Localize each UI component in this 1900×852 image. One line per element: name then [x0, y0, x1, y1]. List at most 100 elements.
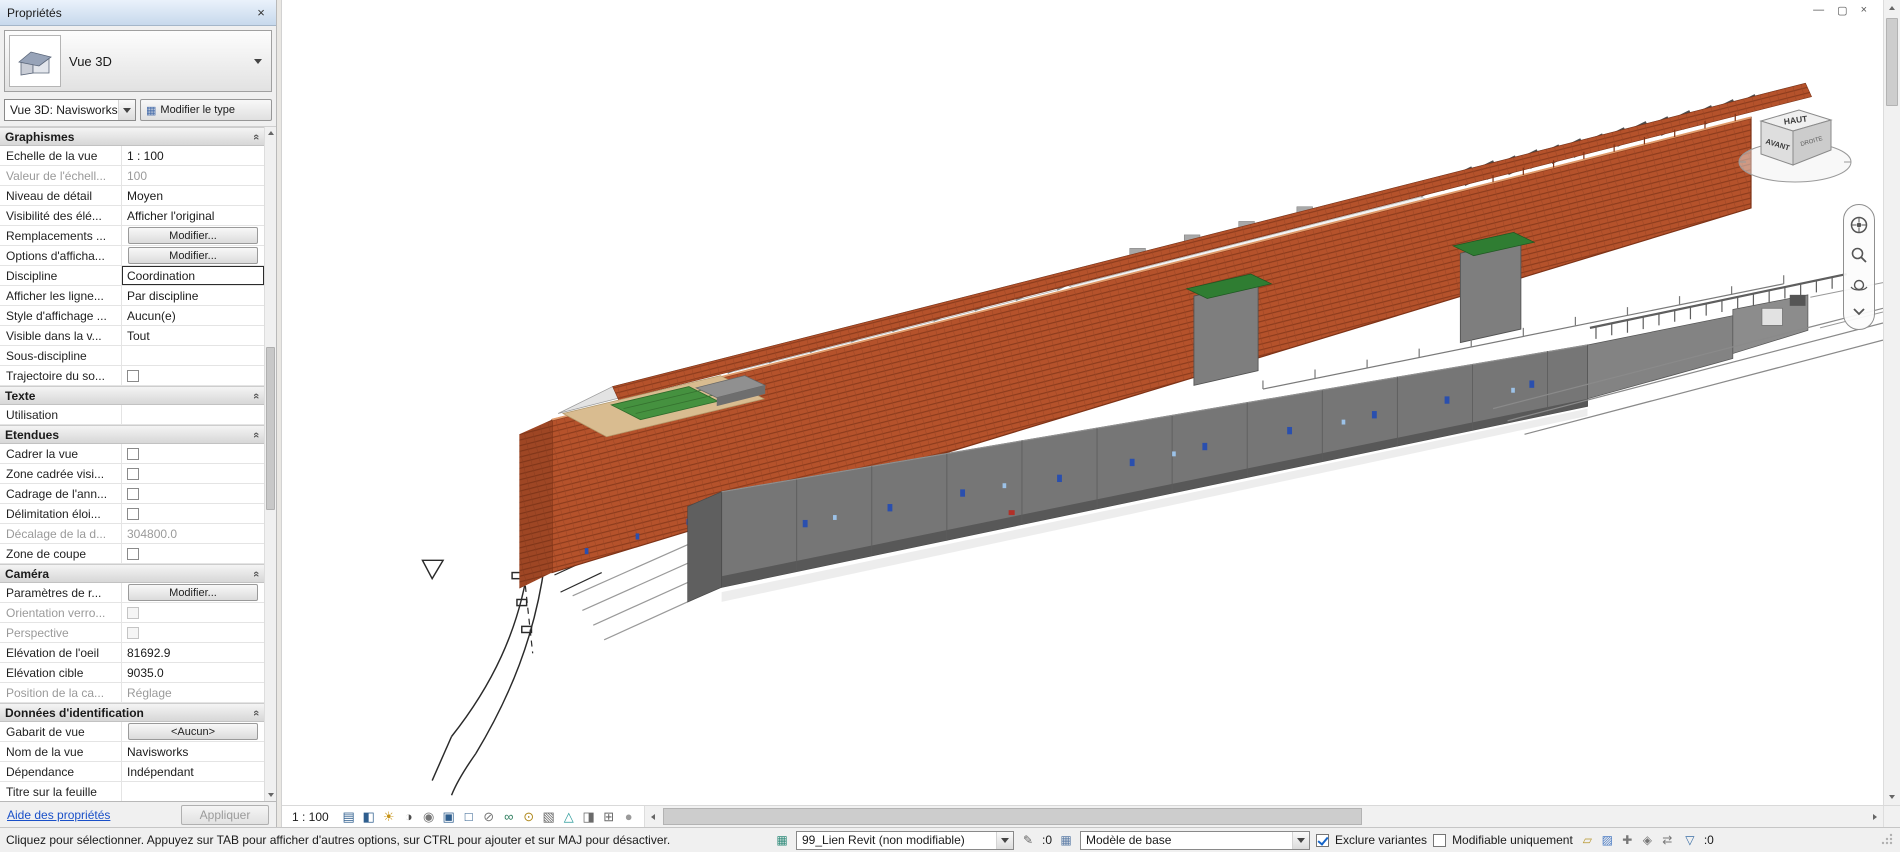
viewcube[interactable]: HAUT AVANT DROITE — [1737, 98, 1859, 186]
restore-icon[interactable]: ▢ — [1837, 4, 1847, 17]
vertical-scrollbar[interactable] — [1883, 0, 1900, 805]
property-value[interactable]: Par discipline — [122, 286, 264, 305]
steering-wheel-icon[interactable] — [1849, 215, 1869, 235]
select-links-toggle[interactable]: ▱ — [1579, 833, 1596, 847]
visual-style-icon[interactable]: ◧ — [359, 806, 379, 827]
property-value[interactable] — [122, 366, 264, 385]
section-header-texte[interactable]: Texte « — [0, 386, 264, 405]
property-value[interactable]: Coordination — [122, 266, 264, 285]
close-icon[interactable]: × — [253, 5, 269, 20]
property-checkbox[interactable] — [127, 467, 139, 480]
type-selector[interactable]: Vue 3D — [4, 30, 272, 92]
collapse-icon[interactable]: « — [250, 133, 262, 139]
chevron-down-icon[interactable] — [118, 100, 135, 120]
editing-requests-icon[interactable]: ✎ — [1020, 833, 1036, 847]
drag-on-selection-toggle[interactable]: ⇄ — [1659, 833, 1676, 847]
property-value[interactable] — [122, 346, 264, 365]
show-crop-region-icon[interactable]: □ — [459, 806, 479, 827]
worksharing-display-icon[interactable]: ● — [619, 806, 639, 827]
section-header-donnees-d-identification[interactable]: Données d'identification « — [0, 703, 264, 722]
scroll-down-icon[interactable] — [265, 789, 276, 801]
reveal-hidden-icon[interactable]: ⊙ — [519, 806, 539, 827]
property-value[interactable]: Navisworks — [122, 742, 264, 761]
analytical-model-icon[interactable]: △ — [559, 806, 579, 827]
section-header-graphismes[interactable]: Graphismes « — [0, 127, 264, 146]
collapse-icon[interactable]: « — [250, 709, 262, 715]
property-value[interactable] — [122, 464, 264, 483]
apply-button[interactable]: Appliquer — [181, 804, 269, 825]
section-header-camera[interactable]: Caméra « — [0, 564, 264, 583]
navigation-bar[interactable] — [1843, 204, 1875, 330]
chevron-down-icon[interactable] — [1849, 305, 1869, 319]
collapse-icon[interactable]: « — [250, 392, 262, 398]
select-by-face-toggle[interactable]: ◈ — [1639, 833, 1656, 847]
scroll-thumb[interactable] — [1886, 18, 1898, 106]
scroll-up-icon[interactable] — [265, 127, 276, 139]
property-value[interactable]: 1 : 100 — [122, 146, 264, 165]
highlight-displacement-icon[interactable]: ◨ — [579, 806, 599, 827]
property-value[interactable]: <Aucun> — [122, 722, 264, 741]
hide-isolate-icon[interactable]: ∞ — [499, 806, 519, 827]
property-checkbox[interactable] — [127, 487, 139, 500]
scale-control[interactable]: 1 : 100 — [287, 810, 338, 824]
property-value[interactable]: 304800.0 — [122, 524, 264, 543]
collapse-icon[interactable]: « — [250, 570, 262, 576]
scroll-right-icon[interactable] — [1867, 806, 1883, 827]
view-type-select[interactable]: Vue 3D: Navisworks — [4, 99, 136, 121]
lock-3d-view-icon[interactable]: ⊘ — [479, 806, 499, 827]
property-value[interactable] — [122, 544, 264, 563]
property-value[interactable]: 9035.0 — [122, 663, 264, 682]
section-header-etendues[interactable]: Etendues « — [0, 425, 264, 444]
detail-level-icon[interactable]: ▤ — [339, 806, 359, 827]
chevron-down-icon[interactable] — [1292, 831, 1310, 849]
editable-only-checkbox[interactable] — [1433, 833, 1447, 847]
property-value[interactable]: Tout — [122, 326, 264, 345]
property-value[interactable]: Indépendant — [122, 762, 264, 781]
property-checkbox[interactable] — [127, 369, 139, 382]
active-workset-select[interactable]: 99_Lien Revit (non modifiable) — [796, 830, 1014, 850]
horizontal-scrollbar[interactable] — [643, 806, 1883, 827]
property-value[interactable] — [122, 782, 264, 801]
scroll-track[interactable] — [265, 139, 276, 789]
property-value[interactable]: Modifier... — [122, 583, 264, 602]
crop-view-icon[interactable]: ▣ — [439, 806, 459, 827]
property-modify-button[interactable]: <Aucun> — [128, 723, 258, 740]
property-value[interactable] — [122, 504, 264, 523]
property-modify-button[interactable]: Modifier... — [128, 584, 258, 601]
property-value[interactable]: Aucun(e) — [122, 306, 264, 325]
property-value[interactable] — [122, 444, 264, 463]
rendering-dialog-icon[interactable]: ◉ — [419, 806, 439, 827]
scroll-thumb[interactable] — [662, 808, 1363, 825]
property-value[interactable]: 81692.9 — [122, 643, 264, 662]
property-value[interactable]: Afficher l'original — [122, 206, 264, 225]
design-option-select[interactable]: Modèle de base — [1080, 830, 1311, 850]
drawing-area[interactable]: — ▢ × HAUT AVANT DROITE — [282, 0, 1883, 805]
shadows-icon[interactable]: ◑ — [399, 806, 419, 827]
property-checkbox[interactable] — [127, 606, 139, 619]
sun-path-icon[interactable]: ☀ — [379, 806, 399, 827]
scroll-up-icon[interactable] — [1884, 0, 1900, 16]
resize-grip[interactable] — [1881, 832, 1894, 848]
property-value[interactable]: Moyen — [122, 186, 264, 205]
property-modify-button[interactable]: Modifier... — [128, 227, 258, 244]
property-value[interactable]: Réglage — [122, 683, 264, 702]
select-pinned-toggle[interactable]: ✚ — [1619, 833, 1636, 847]
properties-scrollbar[interactable] — [264, 127, 276, 801]
zoom-icon[interactable] — [1849, 245, 1869, 265]
close-icon[interactable]: × — [1861, 4, 1867, 17]
chevron-down-icon[interactable] — [996, 831, 1013, 849]
scroll-track[interactable] — [1884, 16, 1900, 789]
collapse-icon[interactable]: « — [250, 431, 262, 437]
property-value[interactable]: Modifier... — [122, 246, 264, 265]
property-value[interactable] — [122, 484, 264, 503]
scroll-down-icon[interactable] — [1884, 789, 1900, 805]
filter-icon[interactable]: ▽ — [1682, 833, 1698, 847]
properties-help-link[interactable]: Aide des propriétés — [7, 808, 110, 822]
property-value[interactable] — [122, 603, 264, 622]
property-checkbox[interactable] — [127, 547, 139, 560]
properties-titlebar[interactable]: Propriétés × — [0, 0, 276, 26]
modify-type-button[interactable]: ▦ Modifier le type — [140, 99, 272, 121]
property-checkbox[interactable] — [127, 626, 139, 639]
property-value[interactable]: 100 — [122, 166, 264, 185]
property-checkbox[interactable] — [127, 447, 139, 460]
